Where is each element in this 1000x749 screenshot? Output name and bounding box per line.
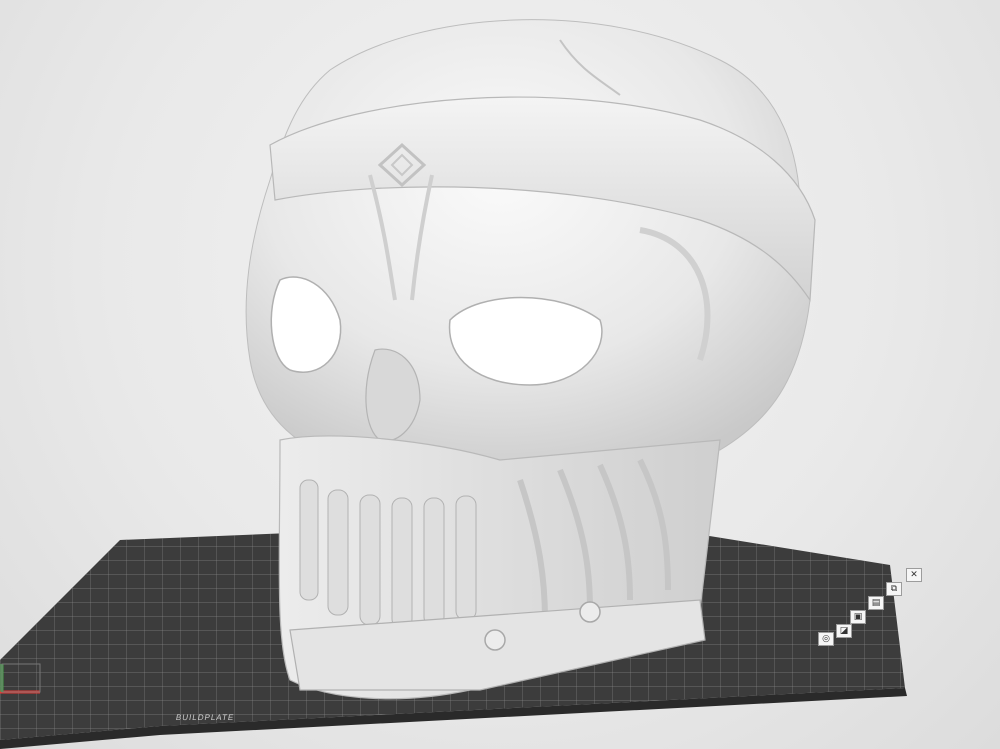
camera-icon[interactable]: ▣ [850, 610, 866, 624]
copy-icon[interactable]: ⧉ [886, 582, 902, 596]
settings-icon[interactable]: ◎ [818, 632, 834, 646]
layout-icon[interactable]: ▤ [868, 596, 884, 610]
cranium [245, 19, 811, 471]
close-icon[interactable]: ✕ [906, 568, 922, 582]
build-plate-label: BUILDPLATE [175, 713, 236, 722]
rivet-right [579, 601, 601, 623]
view-icon[interactable]: ◪ [836, 624, 852, 638]
3d-viewport[interactable]: BUILDPLATE ✕ ⧉ ▤ ▣ ◪ ◎ [0, 0, 1000, 749]
rivet-left [484, 629, 506, 651]
object-toolbar: ✕ ⧉ ▤ ▣ ◪ ◎ [812, 566, 932, 646]
